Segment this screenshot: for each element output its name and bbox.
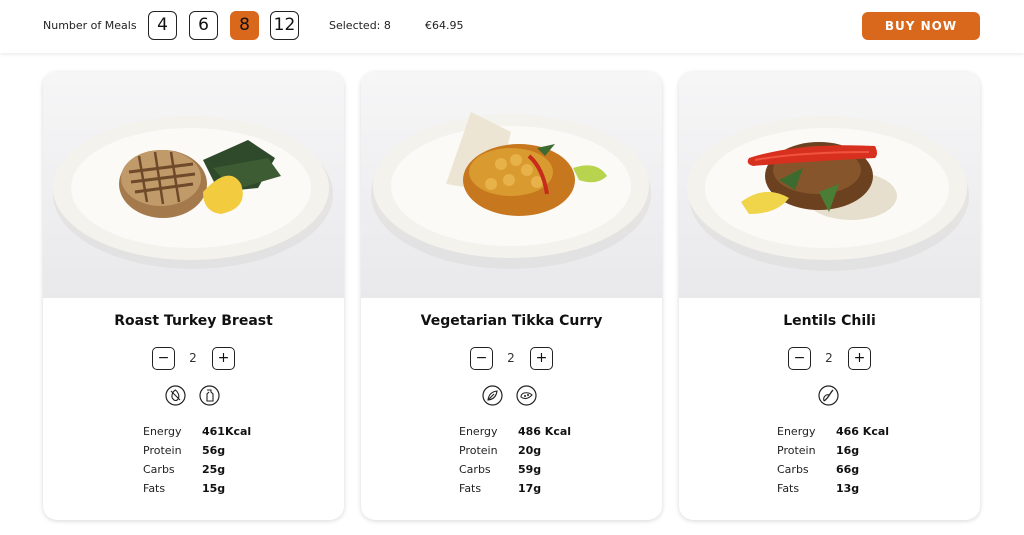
meal-option-8[interactable]: 8 — [230, 11, 259, 40]
nutrition-value-carbs: 25g — [202, 463, 226, 476]
quantity-decrease-button[interactable]: − — [470, 347, 493, 370]
quantity-increase-button[interactable]: + — [212, 347, 235, 370]
nutrition-label-fats: Fats — [777, 482, 800, 495]
meal-option-4[interactable]: 4 — [148, 11, 177, 40]
egg-free-icon — [165, 385, 186, 406]
meal-card: Roast Turkey Breast − 2 + Energy 461Kcal… — [43, 72, 344, 520]
nutrition-label-energy: Energy — [459, 425, 498, 438]
nutrition-value-energy: 461Kcal — [202, 425, 252, 438]
meal-option-6[interactable]: 6 — [189, 11, 218, 40]
spicy-icon — [516, 385, 537, 406]
nutrition-label-carbs: Carbs — [777, 463, 809, 476]
nutrition-label-carbs: Carbs — [143, 463, 175, 476]
nutrition-label-energy: Energy — [777, 425, 816, 438]
nutrition-value-protein: 56g — [202, 444, 226, 457]
dairy-free-icon — [199, 385, 220, 406]
meal-photo-roast-turkey — [43, 72, 344, 298]
quantity-decrease-button[interactable]: − — [788, 347, 811, 370]
nutrition-value-fats: 15g — [202, 482, 226, 495]
meals-count-label: Number of Meals — [43, 19, 137, 32]
nutrition-value-energy: 486 Kcal — [518, 425, 572, 438]
meal-card: Lentils Chili − 2 + Energy 466 Kcal Prot… — [679, 72, 980, 520]
nutrition-value-protein: 20g — [518, 444, 542, 457]
nutrition-label-protein: Protein — [143, 444, 182, 457]
nutrition-value-energy: 466 Kcal — [836, 425, 890, 438]
meal-title: Roast Turkey Breast — [114, 313, 273, 329]
total-price: €64.95 — [425, 19, 464, 32]
quantity-value: 2 — [189, 351, 197, 365]
nutrition-label-carbs: Carbs — [459, 463, 491, 476]
top-bar: Number of Meals 4 6 8 12 Selected: 8 €64… — [0, 0, 1024, 53]
selected-count: Selected: 8 — [329, 19, 391, 32]
nutrition-value-carbs: 66g — [836, 463, 860, 476]
meal-card: Vegetarian Tikka Curry − 2 + Energy 486 … — [361, 72, 662, 520]
quantity-value: 2 — [825, 351, 833, 365]
quantity-value: 2 — [507, 351, 515, 365]
nutrition-value-fats: 13g — [836, 482, 860, 495]
chili-icon — [818, 385, 839, 406]
nutrition-label-fats: Fats — [143, 482, 166, 495]
nutrition-value-fats: 17g — [518, 482, 542, 495]
nutrition-label-protein: Protein — [459, 444, 498, 457]
quantity-increase-button[interactable]: + — [848, 347, 871, 370]
nutrition-value-carbs: 59g — [518, 463, 542, 476]
nutrition-label-energy: Energy — [143, 425, 182, 438]
nutrition-label-protein: Protein — [777, 444, 816, 457]
meal-photo-tikka-curry — [361, 72, 662, 298]
quantity-increase-button[interactable]: + — [530, 347, 553, 370]
meal-title: Lentils Chili — [783, 313, 876, 329]
quantity-decrease-button[interactable]: − — [152, 347, 175, 370]
nutrition-label-fats: Fats — [459, 482, 482, 495]
meal-photo-lentils-chili — [679, 72, 980, 298]
buy-now-button[interactable]: BUY NOW — [862, 12, 980, 40]
vegetarian-icon — [482, 385, 503, 406]
meal-title: Vegetarian Tikka Curry — [420, 313, 603, 329]
meal-option-12[interactable]: 12 — [270, 11, 299, 40]
nutrition-value-protein: 16g — [836, 444, 860, 457]
